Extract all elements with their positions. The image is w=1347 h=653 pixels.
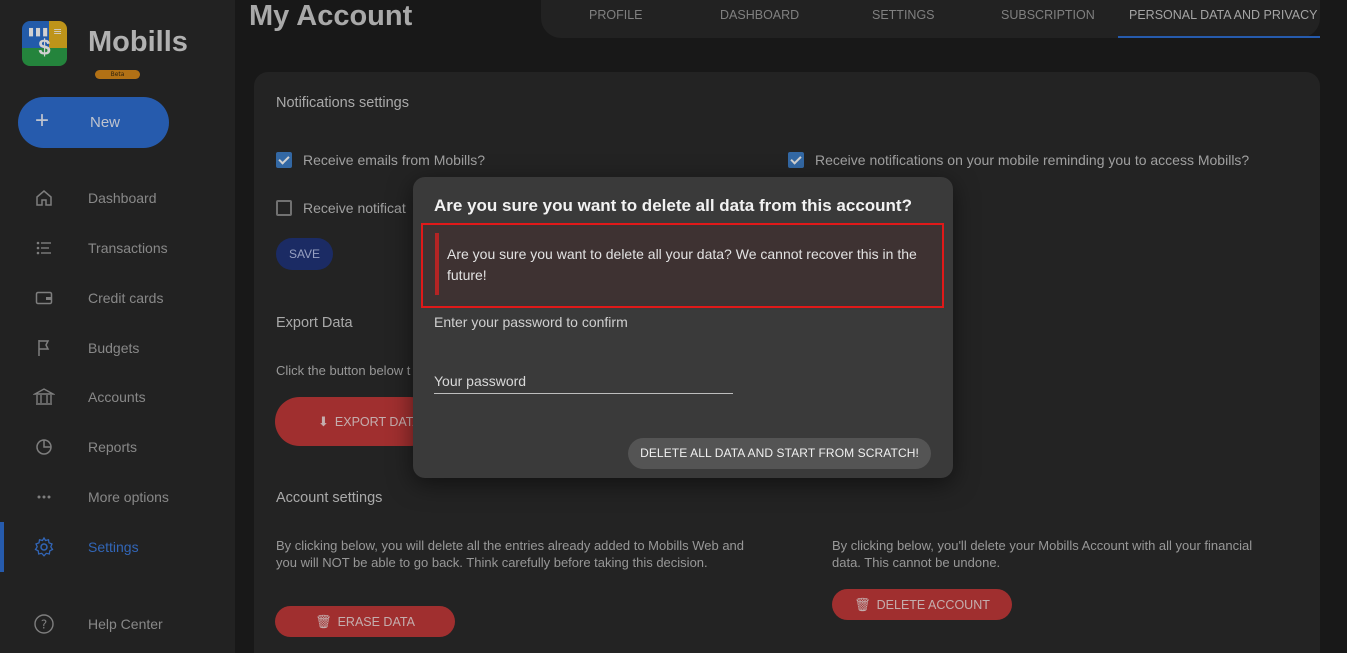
dialog-title: Are you sure you want to delete all data… xyxy=(434,196,912,215)
password-input[interactable] xyxy=(434,368,733,394)
warning-accent-bar xyxy=(435,233,439,295)
confirm-label: Enter your password to confirm xyxy=(434,314,628,330)
delete-data-dialog: Are you sure you want to delete all data… xyxy=(413,177,953,478)
warning-text: Are you sure you want to delete all your… xyxy=(447,246,917,283)
delete-all-data-button[interactable]: DELETE ALL DATA AND START FROM SCRATCH! xyxy=(628,438,931,469)
warning-box: Are you sure you want to delete all your… xyxy=(421,223,944,308)
